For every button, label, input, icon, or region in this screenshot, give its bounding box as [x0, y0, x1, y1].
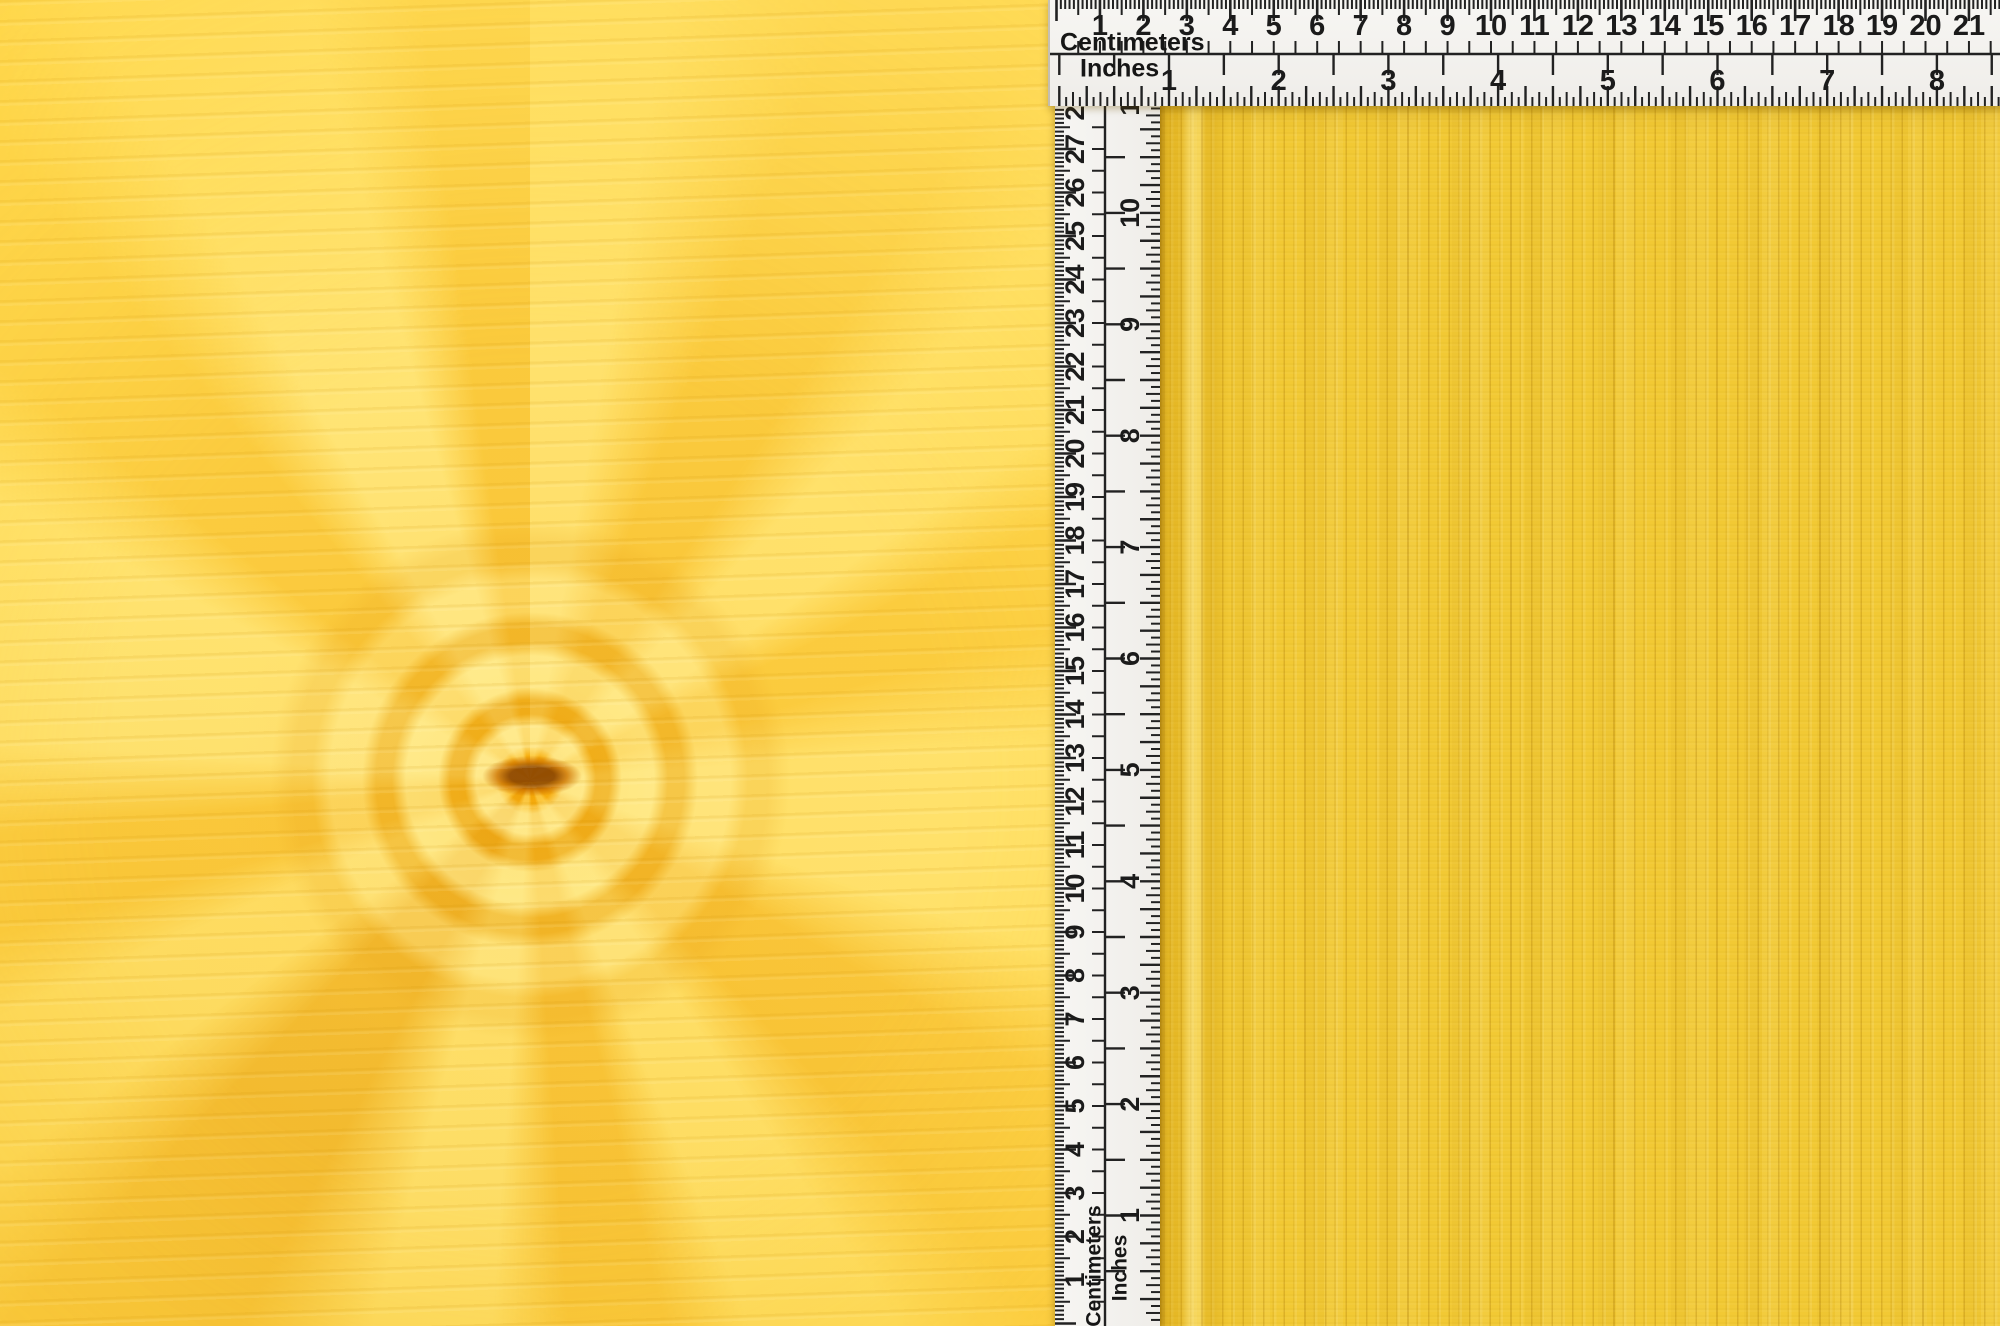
- svg-text:15: 15: [1060, 656, 1090, 686]
- svg-text:11: 11: [1060, 831, 1090, 860]
- svg-text:7: 7: [1060, 1011, 1090, 1026]
- svg-text:14: 14: [1649, 10, 1681, 42]
- svg-text:2: 2: [1115, 1097, 1145, 1112]
- svg-text:12: 12: [1562, 10, 1594, 42]
- svg-text:9: 9: [1115, 317, 1145, 332]
- svg-text:14: 14: [1060, 699, 1090, 729]
- svg-text:9: 9: [1060, 924, 1090, 939]
- svg-text:15: 15: [1692, 10, 1724, 42]
- fabric-edge: [1160, 105, 1230, 1326]
- flat-fabric-panel: [1160, 105, 2000, 1326]
- svg-text:8: 8: [1929, 65, 1945, 97]
- svg-text:17: 17: [1779, 10, 1811, 42]
- vertical-rib-texture: [1160, 105, 2000, 1326]
- svg-text:6: 6: [1309, 10, 1325, 42]
- svg-text:4: 4: [1115, 874, 1145, 889]
- svg-text:4: 4: [1222, 10, 1238, 42]
- svg-text:3: 3: [1060, 1185, 1090, 1200]
- svg-text:16: 16: [1736, 10, 1768, 42]
- svg-text:4: 4: [1490, 65, 1506, 97]
- svg-text:10: 10: [1475, 10, 1507, 42]
- svg-text:7: 7: [1819, 65, 1835, 97]
- svg-text:13: 13: [1060, 743, 1090, 773]
- fabric-sample-photo: 1234567891011121314151617181920212223242…: [0, 0, 2000, 1326]
- svg-text:8: 8: [1060, 968, 1090, 983]
- rib-knit-texture: [0, 0, 1055, 1326]
- svg-text:6: 6: [1060, 1055, 1090, 1070]
- svg-text:10: 10: [1060, 873, 1090, 903]
- svg-text:21: 21: [1953, 10, 1985, 42]
- svg-text:21: 21: [1060, 395, 1090, 425]
- svg-text:19: 19: [1866, 10, 1898, 42]
- horizontal-ruler-inches-label: Inches: [1080, 57, 1159, 82]
- svg-text:1: 1: [1115, 1208, 1145, 1223]
- svg-text:27: 27: [1060, 134, 1090, 164]
- svg-text:8: 8: [1115, 428, 1145, 443]
- horizontal-ruler: 1234567891011121314151617181920211234567…: [1048, 0, 2000, 106]
- svg-text:11: 11: [1115, 105, 1145, 116]
- svg-text:12: 12: [1060, 786, 1090, 816]
- swirled-fabric: [0, 0, 1055, 1326]
- svg-text:17: 17: [1060, 569, 1090, 599]
- svg-text:3: 3: [1380, 65, 1396, 97]
- svg-text:8: 8: [1396, 10, 1412, 42]
- svg-text:6: 6: [1115, 651, 1145, 666]
- svg-text:1: 1: [1161, 65, 1177, 97]
- svg-text:9: 9: [1439, 10, 1455, 42]
- vertical-ruler-ticks: 1234567891011121314151617181920212223242…: [1055, 105, 1160, 1326]
- svg-text:26: 26: [1060, 177, 1090, 207]
- svg-text:20: 20: [1060, 438, 1090, 468]
- svg-text:5: 5: [1060, 1098, 1090, 1113]
- svg-text:5: 5: [1115, 762, 1145, 777]
- vertical-ruler-inches-label: Inches: [1110, 1235, 1131, 1302]
- svg-text:5: 5: [1266, 10, 1282, 42]
- vertical-ruler: 1234567891011121314151617181920212223242…: [1055, 105, 1160, 1326]
- svg-text:22: 22: [1060, 351, 1090, 381]
- svg-text:13: 13: [1605, 10, 1637, 42]
- svg-text:11: 11: [1519, 10, 1550, 42]
- svg-text:28: 28: [1060, 105, 1090, 121]
- svg-text:7: 7: [1115, 540, 1145, 555]
- svg-text:23: 23: [1060, 308, 1090, 338]
- svg-text:3: 3: [1115, 985, 1145, 1000]
- svg-text:25: 25: [1060, 221, 1090, 251]
- svg-text:16: 16: [1060, 612, 1090, 642]
- svg-text:24: 24: [1060, 264, 1090, 294]
- svg-text:19: 19: [1060, 482, 1090, 512]
- vertical-ruler-centimeters-label: Centimeters: [1084, 1205, 1105, 1326]
- svg-text:7: 7: [1353, 10, 1369, 42]
- svg-text:5: 5: [1600, 65, 1616, 97]
- horizontal-ruler-centimeters-label: Centimeters: [1060, 31, 1205, 56]
- svg-text:6: 6: [1709, 65, 1725, 97]
- svg-text:18: 18: [1060, 525, 1090, 555]
- svg-text:20: 20: [1909, 10, 1941, 42]
- svg-text:2: 2: [1271, 65, 1287, 97]
- svg-text:18: 18: [1822, 10, 1854, 42]
- svg-text:10: 10: [1115, 198, 1145, 228]
- svg-text:4: 4: [1060, 1142, 1090, 1157]
